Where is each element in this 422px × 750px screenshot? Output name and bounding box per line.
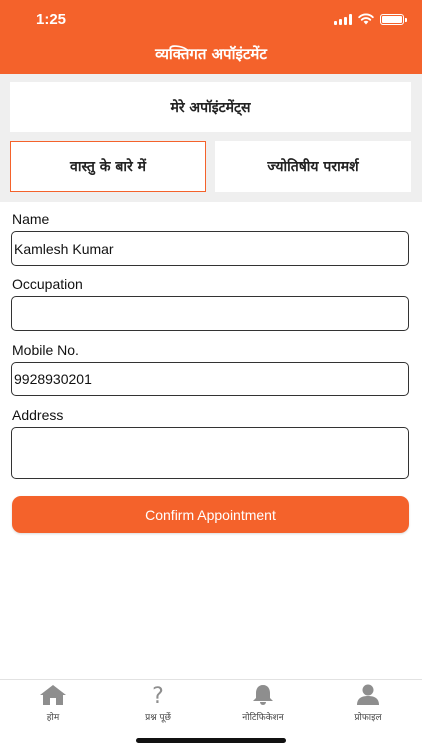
tab-home-label: होम	[46, 713, 60, 723]
question-icon: ?	[152, 684, 164, 706]
mobile-field[interactable]: 9928930201	[11, 362, 409, 396]
tab-ask-question[interactable]: ? प्रश्न पूछें	[108, 684, 208, 723]
tab-ask-question-label: प्रश्न पूछें	[145, 713, 171, 723]
address-field[interactable]	[11, 427, 409, 479]
tab-vastu[interactable]: वास्तु के बारे में	[10, 141, 206, 192]
wifi-icon	[358, 13, 374, 25]
status-time: 1:25	[36, 11, 67, 28]
mobile-label: Mobile No.	[12, 342, 79, 358]
status-icons	[334, 13, 407, 25]
cellular-signal-icon	[334, 13, 352, 25]
tab-profile-label: प्रोफाइल	[354, 713, 382, 723]
status-bar: 1:25	[0, 0, 422, 38]
tab-home[interactable]: होम	[3, 684, 103, 723]
tab-profile[interactable]: प्रोफाइल	[318, 684, 418, 723]
tab-notifications-label: नोटिफिकेशन	[242, 713, 284, 723]
home-icon	[40, 685, 66, 705]
tab-astrology-consultation[interactable]: ज्योतिषीय परामर्श	[215, 141, 411, 192]
app-header: 1:25 व्यक्तिगत अपॉइंटमेंट	[0, 0, 422, 74]
address-label: Address	[12, 407, 64, 423]
bell-icon	[253, 685, 273, 705]
name-label: Name	[12, 211, 50, 227]
page-title: व्यक्तिगत अपॉइंटमेंट	[155, 45, 267, 63]
battery-icon	[380, 13, 407, 25]
occupation-label: Occupation	[12, 276, 83, 292]
svg-text:?: ?	[152, 684, 164, 706]
occupation-field[interactable]	[11, 296, 409, 331]
name-field[interactable]: Kamlesh Kumar	[11, 231, 409, 266]
tab-notifications[interactable]: नोटिफिकेशन	[213, 684, 313, 723]
my-appointments-button[interactable]: मेरे अपॉइंटमेंट्स	[10, 82, 411, 132]
confirm-appointment-button[interactable]: Confirm Appointment	[12, 496, 409, 533]
home-indicator	[136, 738, 286, 743]
profile-icon	[357, 684, 379, 705]
